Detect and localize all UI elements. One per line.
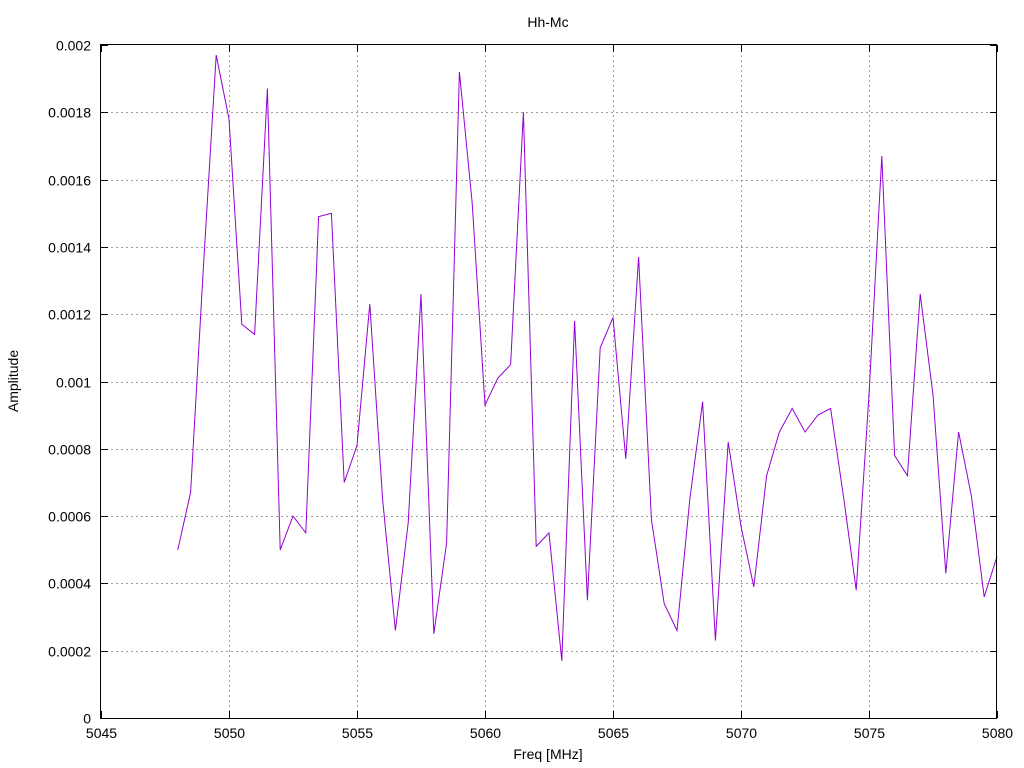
y-tick-label: 0.001: [56, 375, 91, 391]
series-line: [177, 55, 998, 661]
x-axis-label: Freq [MHz]: [513, 746, 582, 762]
axis-ticks: [101, 45, 998, 719]
y-tick-label: 0: [83, 711, 91, 727]
grid: [101, 45, 997, 718]
x-tick-label: 5065: [598, 725, 629, 741]
y-axis-label: Amplitude: [5, 350, 21, 412]
x-tick-label: 5050: [214, 725, 245, 741]
y-tick-label: 0.0004: [48, 576, 91, 592]
series-layer: [177, 55, 998, 661]
y-tick-labels: 0 0.0002 0.0004 0.0006 0.0008 0.001 0.0012 0.00…: [48, 38, 91, 727]
chart-title: Hh-Mc: [527, 14, 568, 30]
x-tick-labels: 5045 5050 5055 5060 5065 5070 5075 5080: [86, 725, 1013, 741]
y-tick-label: 0.002: [56, 38, 91, 54]
amplitude-chart: Hh-Mc 5045 5050 5055 5060 5065 5070 5075 5080 0…: [5, 14, 1013, 762]
x-tick-label: 5055: [342, 725, 373, 741]
y-tick-label: 0.0016: [48, 173, 91, 189]
y-tick-label: 0.0014: [48, 240, 91, 256]
x-tick-label: 5075: [854, 725, 885, 741]
x-tick-label: 5060: [470, 725, 501, 741]
y-tick-label: 0.0006: [48, 509, 91, 525]
y-tick-label: 0.0018: [48, 105, 91, 121]
x-tick-label: 5070: [726, 725, 757, 741]
y-tick-label: 0.0008: [48, 442, 91, 458]
y-tick-label: 0.0002: [48, 644, 91, 660]
y-tick-label: 0.0012: [48, 307, 91, 323]
plot-frame: [100, 44, 997, 719]
x-tick-label: 5045: [86, 725, 117, 741]
x-tick-label: 5080: [982, 725, 1013, 741]
